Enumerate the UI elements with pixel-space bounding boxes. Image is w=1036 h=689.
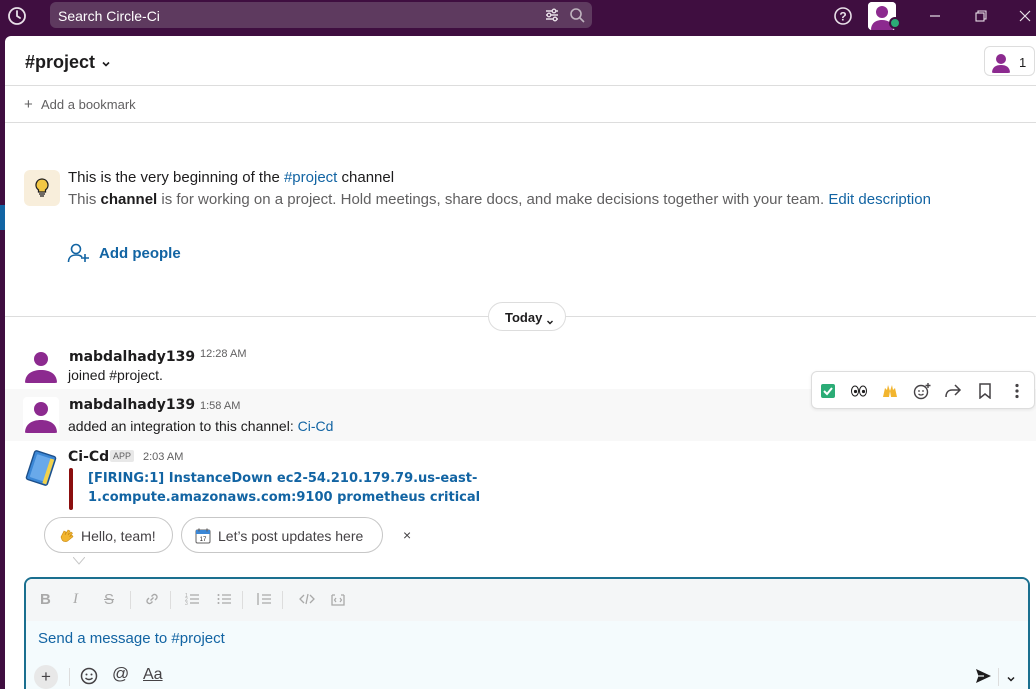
add-bookmark-button[interactable]: Add a bookmark [41,97,136,112]
intro-title-prefix: This is the very beginning of the [68,169,284,186]
italic-icon[interactable]: I [73,591,78,608]
close-icon[interactable] [1014,6,1036,26]
member-avatar [990,51,1012,73]
add-people-label: Add people [99,245,181,262]
svg-text:3: 3 [185,601,188,607]
message-text: added an integration to this channel: Ci… [68,418,333,434]
message-input-placeholder: Send a message to #project [38,630,225,647]
send-icon[interactable] [974,667,992,685]
channel-view: #project 1 + Add a bookmark This is the … [5,36,1036,689]
desc-rest: is for working on a project. Hold meetin… [157,191,829,208]
app-avatar[interactable] [23,450,59,486]
ordered-list-icon[interactable]: 123 [184,591,200,611]
integration-link[interactable]: Ci-Cd [298,418,334,434]
link-icon[interactable] [144,591,160,611]
chevron-down-icon [546,313,554,325]
search-icon[interactable] [569,7,585,23]
bulleted-list-icon[interactable] [216,591,232,611]
message-text: joined #project. [68,367,163,383]
chip-pointer [72,552,86,565]
message-author[interactable]: Ci-Cd [68,449,109,465]
message-composer[interactable]: B I S 123 Send a message to #project + @… [24,577,1030,689]
members-button[interactable]: 1 [984,46,1035,76]
message-timestamp[interactable]: 12:28 AM [200,348,246,360]
bookmark-icon[interactable] [973,379,997,403]
channel-header: #project 1 [5,36,1036,86]
status-indicator [889,17,901,29]
toolbar-divider [130,591,131,609]
message-body: added an integration to this channel: [68,418,298,434]
toolbar-divider [242,591,243,609]
app-badge: APP [110,450,135,462]
message-timestamp[interactable]: 2:03 AM [143,451,183,463]
suggestion-chip-hello[interactable]: Hello, team! [44,517,173,553]
toolbar-divider [170,591,171,609]
message-author[interactable]: mabdalhady139 [69,397,195,413]
message-timestamp[interactable]: 1:58 AM [200,400,240,412]
toolbar-divider [69,668,70,686]
strikethrough-icon[interactable]: S [104,591,114,608]
history-icon[interactable] [6,5,28,27]
share-icon[interactable] [941,379,965,403]
eyes-reaction[interactable] [847,379,871,403]
avatar[interactable] [23,347,59,383]
message-author[interactable]: mabdalhady139 [69,349,195,365]
lightbulb-icon [24,170,60,206]
search-bar[interactable]: Search Circle-Ci [50,2,592,28]
chevron-down-icon[interactable] [1006,671,1016,682]
waving-hand-icon [57,527,75,545]
help-icon[interactable]: ? [832,5,854,27]
suggestion-label: Hello, team! [81,528,156,544]
dismiss-suggestions-button[interactable]: × [403,527,411,543]
title-bar: Search Circle-Ci ? [0,0,1036,36]
suggestion-label: Let’s post updates here [218,528,364,544]
bold-icon[interactable]: B [40,591,51,608]
member-count: 1 [1019,55,1027,70]
attach-plus-button[interactable]: + [34,665,58,689]
mention-button[interactable]: @ [112,664,129,684]
desc-bold: channel [100,191,158,208]
format-toggle-button[interactable]: Aa [143,666,163,684]
date-label: Today [505,310,543,325]
channel-description: This channel is for working on a project… [68,191,931,208]
more-actions-icon[interactable] [1005,379,1029,403]
bookmark-bar: + Add a bookmark [5,86,1036,123]
channel-title[interactable]: #project [25,52,95,73]
intro-title-suffix: channel [337,169,395,186]
add-reaction-icon[interactable] [910,379,934,403]
toolbar-divider [998,668,999,686]
emoji-icon[interactable] [79,666,99,686]
toolbar-divider [282,591,283,609]
svg-text:?: ? [839,10,846,24]
chevron-down-icon[interactable] [101,56,111,67]
alert-link[interactable]: [FIRING:1] InstanceDown ec2-54.210.179.7… [88,469,508,507]
desc-prefix: This [68,191,101,208]
calendar-icon: 17 [194,527,212,545]
date-jump-button[interactable]: Today [488,302,566,331]
alert-line: [FIRING:1] InstanceDown ec2-54.210.179.7… [88,471,478,486]
raised-hands-reaction[interactable] [878,379,902,403]
intro-channel-link[interactable]: #project [284,169,337,186]
message-actions-toolbar [811,371,1035,409]
filter-icon[interactable] [544,7,560,23]
alert-line: 1.compute.amazonaws.com:9100 prometheus … [88,490,481,505]
channel-intro-title: This is the very beginning of the #proje… [68,169,394,186]
blockquote-icon[interactable] [256,591,272,611]
edit-description-link[interactable]: Edit description [828,191,931,208]
svg-text:17: 17 [200,537,207,543]
search-placeholder: Search Circle-Ci [58,8,160,24]
avatar[interactable] [23,397,59,433]
attachment-color-bar [69,468,73,510]
minimize-icon[interactable] [924,6,946,26]
code-block-icon[interactable] [330,591,346,611]
add-person-icon [67,242,91,264]
check-mark-reaction[interactable] [816,379,840,403]
code-icon[interactable] [298,591,316,611]
maximize-icon[interactable] [970,6,992,26]
plus-icon[interactable]: + [24,96,33,113]
formatting-toolbar: B I S 123 [26,579,1028,621]
suggestion-chip-updates[interactable]: 17 Let’s post updates here [181,517,383,553]
